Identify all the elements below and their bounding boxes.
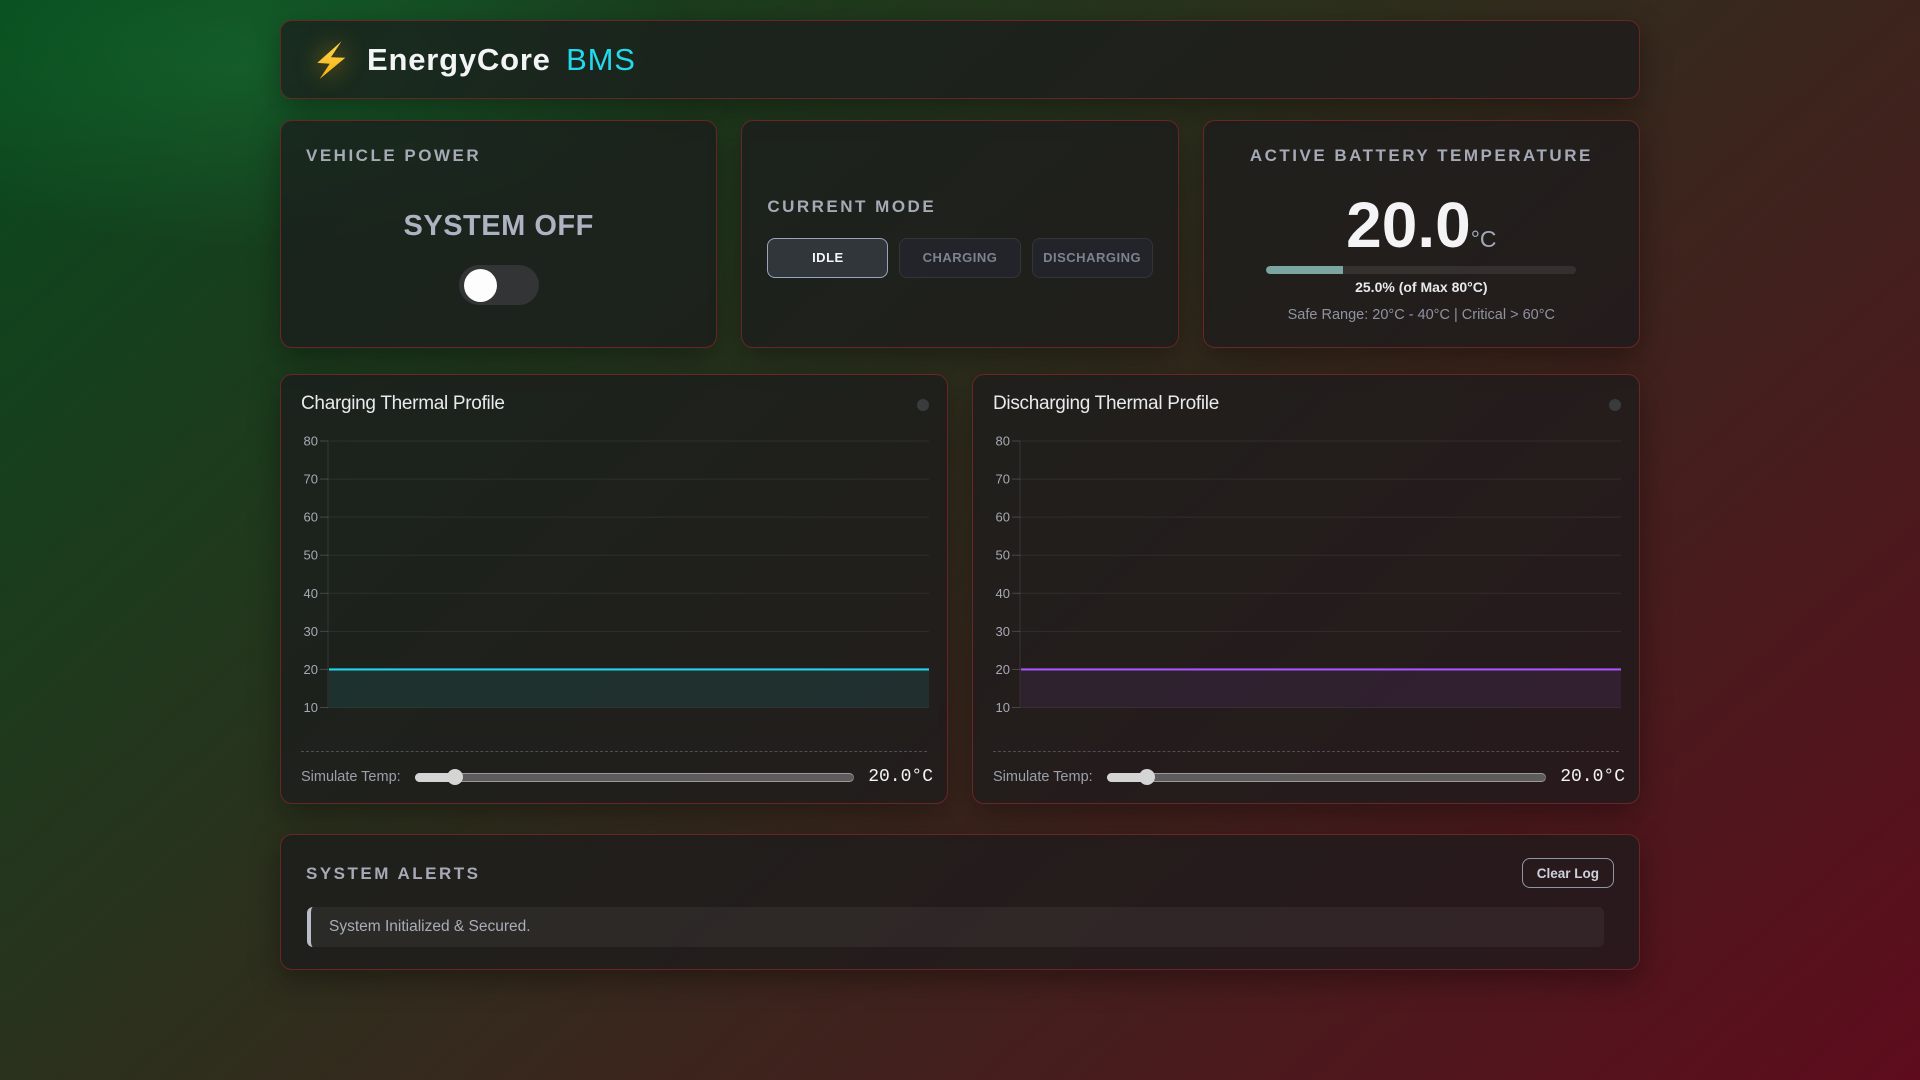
svg-text:20: 20: [304, 662, 318, 677]
svg-text:60: 60: [996, 510, 1010, 525]
svg-text:40: 40: [996, 586, 1010, 601]
svg-text:20: 20: [996, 662, 1010, 677]
svg-text:50: 50: [996, 548, 1010, 563]
svg-text:40: 40: [304, 586, 318, 601]
svg-text:10: 10: [304, 700, 318, 715]
svg-text:70: 70: [304, 472, 318, 487]
svg-text:10: 10: [996, 700, 1010, 715]
svg-text:80: 80: [996, 434, 1010, 449]
svg-text:50: 50: [304, 548, 318, 563]
svg-text:80: 80: [304, 434, 318, 449]
svg-text:30: 30: [304, 624, 318, 639]
svg-text:70: 70: [996, 472, 1010, 487]
svg-text:30: 30: [996, 624, 1010, 639]
svg-text:60: 60: [304, 510, 318, 525]
